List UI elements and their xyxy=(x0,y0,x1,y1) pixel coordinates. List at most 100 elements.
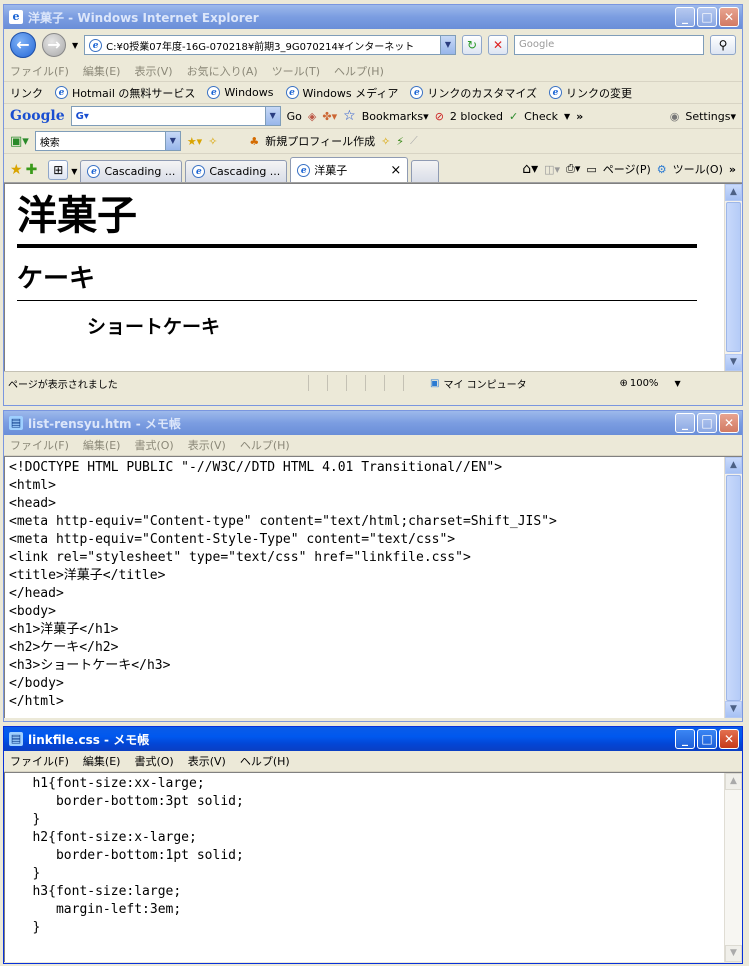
page-menu[interactable]: ページ(P) xyxy=(603,161,651,177)
google-go-button[interactable]: Go xyxy=(287,110,302,123)
recent-pages-dropdown-icon[interactable]: ▼ xyxy=(72,41,78,50)
menu-format[interactable]: 書式(O) xyxy=(134,753,173,769)
notepad-css-titlebar[interactable]: ▤ linkfile.css - メモ帳 _ □ ✕ xyxy=(4,727,742,751)
tab-cascading-1[interactable]: e Cascading ... xyxy=(80,160,183,182)
favorites-center-icon[interactable]: ★ xyxy=(10,162,23,178)
blocked-button[interactable]: 2 blocked xyxy=(450,110,503,123)
google-search-input[interactable]: G▾ ▼ xyxy=(70,106,281,126)
tool-icon-3[interactable]: ⟋ xyxy=(410,134,418,148)
notepad-html-titlebar[interactable]: ▤ list-rensyu.htm - メモ帳 _ □ ✕ xyxy=(4,411,742,435)
add-favorite-icon[interactable]: ✚ xyxy=(26,162,38,178)
search-input[interactable]: Google xyxy=(514,35,704,55)
quick-tabs-icon[interactable]: ⊞ xyxy=(48,160,69,180)
feeds-icon[interactable]: ◫▾ xyxy=(544,163,560,176)
new-profile-button[interactable]: 新規プロフィール作成 xyxy=(265,133,375,149)
settings-button[interactable]: Settings▾ xyxy=(685,110,736,123)
link-windows[interactable]: e Windows xyxy=(207,86,274,99)
toolbar-search-dropdown-icon[interactable]: ▼ xyxy=(164,132,180,150)
maximize-button[interactable]: □ xyxy=(697,413,717,433)
menu-file[interactable]: ファイル(F) xyxy=(10,63,69,79)
tab-cascading-2[interactable]: e Cascading ... xyxy=(185,160,288,182)
menu-view[interactable]: 表示(V) xyxy=(134,63,172,79)
menu-edit[interactable]: 編集(E) xyxy=(83,437,121,453)
notepad-css-scrollbar[interactable]: ▲ ▼ xyxy=(724,773,742,962)
scroll-down-icon[interactable]: ▼ xyxy=(725,701,742,718)
search-button[interactable]: ⚲ xyxy=(710,35,736,55)
google-dropdown-icon[interactable]: ▼ xyxy=(264,107,280,125)
favorites-add-icon[interactable]: ★▾ xyxy=(187,135,202,148)
scroll-up-icon[interactable]: ▲ xyxy=(725,773,742,790)
notepad-html-editor[interactable]: <!DOCTYPE HTML PUBLIC "-//W3C//DTD HTML … xyxy=(4,456,742,718)
tab-list-icon[interactable]: ▼ xyxy=(71,167,77,176)
link-windows-media[interactable]: e Windows メディア xyxy=(285,85,398,101)
zoom-dropdown-icon[interactable]: ▼ xyxy=(674,379,680,388)
scroll-down-icon[interactable]: ▼ xyxy=(725,945,742,962)
puzzle-icon[interactable]: ✤▾ xyxy=(322,110,337,123)
address-dropdown-icon[interactable]: ▼ xyxy=(440,36,455,54)
menu-file[interactable]: ファイル(F) xyxy=(10,753,69,769)
ie-icon: e xyxy=(55,86,68,99)
browser-titlebar[interactable]: e 洋菓子 - Windows Internet Explorer _ □ ✕ xyxy=(4,5,742,29)
close-button[interactable]: ✕ xyxy=(719,413,739,433)
forward-button[interactable]: → xyxy=(42,33,66,57)
news-icon[interactable]: ◈ xyxy=(308,110,316,123)
more-chevron-icon[interactable]: » xyxy=(576,110,583,123)
tab-row: ★ ✚ ⊞ ▼ e Cascading ... e Cascading ... … xyxy=(4,154,742,183)
scroll-thumb[interactable] xyxy=(726,475,741,701)
menu-format[interactable]: 書式(O) xyxy=(134,437,173,453)
tool-icon-2[interactable]: ⚡ xyxy=(396,135,404,148)
sparkle-icon[interactable]: ✧ xyxy=(208,135,217,148)
menu-edit[interactable]: 編集(E) xyxy=(83,63,121,79)
home-icon[interactable]: ⌂▾ xyxy=(522,161,538,177)
stop-button[interactable]: ✕ xyxy=(488,35,508,55)
maximize-button[interactable]: □ xyxy=(697,7,717,27)
notepad-html-scrollbar[interactable]: ▲ ▼ xyxy=(724,457,742,718)
menu-view[interactable]: 表示(V) xyxy=(188,437,226,453)
command-more-icon[interactable]: » xyxy=(729,163,736,176)
print-icon[interactable]: ⎙▾ xyxy=(566,162,580,176)
maximize-button[interactable]: □ xyxy=(697,729,717,749)
close-button[interactable]: ✕ xyxy=(719,729,739,749)
menu-help[interactable]: ヘルプ(H) xyxy=(240,437,290,453)
toolbar-search-input[interactable]: 検索 ▼ xyxy=(34,131,181,151)
menu-favorites[interactable]: お気に入り(A) xyxy=(187,63,258,79)
new-tab-button[interactable] xyxy=(411,160,440,182)
tab-yougashi[interactable]: e 洋菓子 × xyxy=(290,157,409,182)
html-source-text[interactable]: <!DOCTYPE HTML PUBLIC "-//W3C//DTD HTML … xyxy=(5,457,742,713)
browser-menubar: ファイル(F) 編集(E) 表示(V) お気に入り(A) ツール(T) ヘルプ(… xyxy=(4,61,742,82)
menu-help[interactable]: ヘルプ(H) xyxy=(240,753,290,769)
zoom-level[interactable]: 100% xyxy=(630,378,659,389)
code-line: } xyxy=(9,866,41,881)
menu-tools[interactable]: ツール(T) xyxy=(272,63,320,79)
notepad-css-editor[interactable]: h1{font-size:xx-large; border-bottom:3pt… xyxy=(4,772,742,962)
scroll-up-icon[interactable]: ▲ xyxy=(725,457,742,474)
scroll-thumb[interactable] xyxy=(726,202,741,352)
back-button[interactable]: ← xyxy=(10,32,36,58)
refresh-button[interactable]: ↻ xyxy=(462,35,482,55)
browser-scrollbar[interactable]: ▲ ▼ xyxy=(724,184,742,371)
scroll-down-icon[interactable]: ▼ xyxy=(725,354,742,371)
tool-icon-1[interactable]: ✧ xyxy=(381,135,390,148)
close-button[interactable]: ✕ xyxy=(719,7,739,27)
link-change[interactable]: e リンクの変更 xyxy=(549,85,632,101)
link-customize[interactable]: e リンクのカスタマイズ xyxy=(410,85,537,101)
bookmarks-button[interactable]: Bookmarks▾ xyxy=(362,110,429,123)
menu-help[interactable]: ヘルプ(H) xyxy=(334,63,384,79)
code-line: } xyxy=(9,920,41,935)
menu-file[interactable]: ファイル(F) xyxy=(10,437,69,453)
tab-close-icon[interactable]: × xyxy=(390,163,401,178)
check-dropdown-icon[interactable]: ▼ xyxy=(564,112,570,121)
menu-edit[interactable]: 編集(E) xyxy=(83,753,121,769)
minimize-button[interactable]: _ xyxy=(675,729,695,749)
menu-view[interactable]: 表示(V) xyxy=(188,753,226,769)
css-source-text[interactable]: h1{font-size:xx-large; border-bottom:3pt… xyxy=(5,773,742,939)
link-hotmail[interactable]: e Hotmail の無料サービス xyxy=(55,85,195,101)
scroll-up-icon[interactable]: ▲ xyxy=(725,184,742,201)
minimize-button[interactable]: _ xyxy=(675,413,695,433)
address-bar[interactable]: e C:¥0授業07年度-16G-070218¥前期3_9G070214¥インタ… xyxy=(84,35,456,55)
ie-icon: e xyxy=(9,10,23,24)
navigation-bar: ← → ▼ e C:¥0授業07年度-16G-070218¥前期3_9G0702… xyxy=(4,29,742,61)
minimize-button[interactable]: _ xyxy=(675,7,695,27)
tools-menu[interactable]: ツール(O) xyxy=(673,161,723,177)
check-button[interactable]: Check xyxy=(524,110,558,123)
